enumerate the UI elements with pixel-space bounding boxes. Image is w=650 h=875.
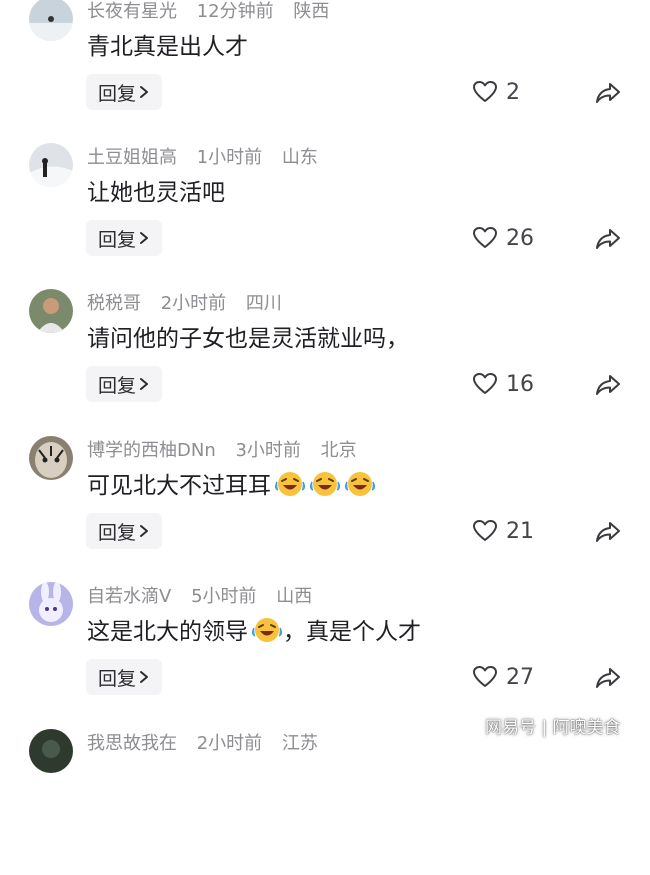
share-arrow-icon[interactable] xyxy=(595,81,621,105)
username[interactable]: 自若水滴V xyxy=(87,586,171,607)
comment-text: 可见北大不过耳耳 xyxy=(87,468,376,504)
comment-time: 3小时前 xyxy=(235,440,301,461)
comment-location: 山西 xyxy=(276,586,313,607)
reply-label: 回复 xyxy=(97,82,136,105)
username[interactable]: 长夜有星光 xyxy=(87,1,177,22)
reply-label: 回复 xyxy=(97,228,136,251)
comment-text-after: ，真是个人才 xyxy=(283,619,421,645)
comment-item: 长夜有星光 12分钟前 陕西 青北真是出人才 回复 2 xyxy=(0,0,650,143)
comment-meta: 我思故我在 2小时前 江苏 xyxy=(87,731,318,757)
comment-item: 税税哥 2小时前 四川 请问他的子女也是灵活就业吗， 回复 16 xyxy=(0,289,650,435)
chevron-right-icon xyxy=(140,525,148,537)
like-button[interactable]: 27 xyxy=(472,662,534,692)
reply-label: 回复 xyxy=(97,374,136,397)
chevron-right-icon xyxy=(140,86,148,98)
heart-outline-icon xyxy=(473,520,497,541)
reply-label: 回复 xyxy=(97,667,136,690)
comment-text: 青北真是出人才 xyxy=(87,34,248,60)
comment-location: 陕西 xyxy=(293,1,330,22)
like-button[interactable]: 26 xyxy=(472,223,534,253)
chevron-right-icon xyxy=(140,671,148,683)
avatar[interactable] xyxy=(29,143,73,187)
comment-item: 自若水滴V 5小时前 山西 这是北大的领导 ，真是个人才 回复 27 xyxy=(0,582,650,728)
laughing-tears-emoji xyxy=(344,472,376,496)
chevron-right-icon xyxy=(140,378,148,390)
reply-button[interactable]: 回复 xyxy=(86,513,162,549)
comment-meta: 税税哥 2小时前 四川 xyxy=(87,291,282,317)
watermark: 网易号 | 阿噢美食 xyxy=(485,718,621,738)
share-arrow-icon[interactable] xyxy=(595,373,621,397)
comment-location: 四川 xyxy=(245,293,282,314)
comment-meta: 博学的西柚DNn 3小时前 北京 xyxy=(87,438,357,464)
like-count: 27 xyxy=(506,664,534,690)
comment-location: 江苏 xyxy=(281,733,318,754)
comment-text-before: 这是北大的领导 xyxy=(87,619,248,645)
avatar[interactable] xyxy=(29,582,73,626)
heart-outline-icon xyxy=(473,81,497,102)
laughing-tears-emoji xyxy=(274,472,306,496)
comment-meta: 自若水滴V 5小时前 山西 xyxy=(87,584,312,610)
reply-button[interactable]: 回复 xyxy=(86,366,162,402)
avatar[interactable] xyxy=(29,436,73,480)
avatar[interactable] xyxy=(29,289,73,333)
comment-text: 这是北大的领导 ，真是个人才 xyxy=(87,614,421,650)
username[interactable]: 土豆姐姐高 xyxy=(87,147,177,168)
avatar[interactable] xyxy=(29,729,73,773)
reply-button[interactable]: 回复 xyxy=(86,659,162,695)
comment-time: 2小时前 xyxy=(196,733,263,754)
like-count: 16 xyxy=(506,371,534,397)
reply-button[interactable]: 回复 xyxy=(86,220,162,256)
chevron-right-icon xyxy=(140,232,148,244)
avatar[interactable] xyxy=(29,0,73,41)
comment-item: 我思故我在 2小时前 江苏 xyxy=(0,729,650,875)
reply-label: 回复 xyxy=(97,521,136,544)
heart-outline-icon xyxy=(473,666,497,687)
username[interactable]: 税税哥 xyxy=(87,293,141,314)
comment-time: 1小时前 xyxy=(196,147,263,168)
username[interactable]: 博学的西柚DNn xyxy=(87,440,216,461)
like-button[interactable]: 21 xyxy=(472,516,534,546)
comment-time: 12分钟前 xyxy=(196,1,274,22)
comment-text-content: 可见北大不过耳耳 xyxy=(87,473,271,499)
heart-outline-icon xyxy=(473,373,497,394)
comment-meta: 土豆姐姐高 1小时前 山东 xyxy=(87,145,318,171)
like-count: 21 xyxy=(506,518,534,544)
reply-button[interactable]: 回复 xyxy=(86,74,162,110)
comment-item: 土豆姐姐高 1小时前 山东 让她也灵活吧 回复 26 xyxy=(0,143,650,289)
share-arrow-icon[interactable] xyxy=(595,227,621,251)
comment-location: 山东 xyxy=(281,147,318,168)
share-arrow-icon[interactable] xyxy=(595,666,621,690)
like-count: 2 xyxy=(506,79,520,105)
comment-location: 北京 xyxy=(320,440,357,461)
comment-meta: 长夜有星光 12分钟前 陕西 xyxy=(87,0,329,25)
comment-item: 博学的西柚DNn 3小时前 北京 可见北大不过耳耳 回复 21 xyxy=(0,436,650,582)
comment-time: 5小时前 xyxy=(191,586,257,607)
share-arrow-icon[interactable] xyxy=(595,520,621,544)
like-button[interactable]: 16 xyxy=(472,369,534,399)
comment-time: 2小时前 xyxy=(160,293,227,314)
username[interactable]: 我思故我在 xyxy=(87,733,177,754)
like-count: 26 xyxy=(506,225,534,251)
laughing-tears-emoji xyxy=(309,472,341,496)
laughing-tears-emoji xyxy=(251,618,283,642)
comment-text: 让她也灵活吧 xyxy=(87,180,225,206)
heart-outline-icon xyxy=(473,227,497,248)
comment-text: 请问他的子女也是灵活就业吗， xyxy=(87,326,409,352)
like-button[interactable]: 2 xyxy=(472,77,520,107)
